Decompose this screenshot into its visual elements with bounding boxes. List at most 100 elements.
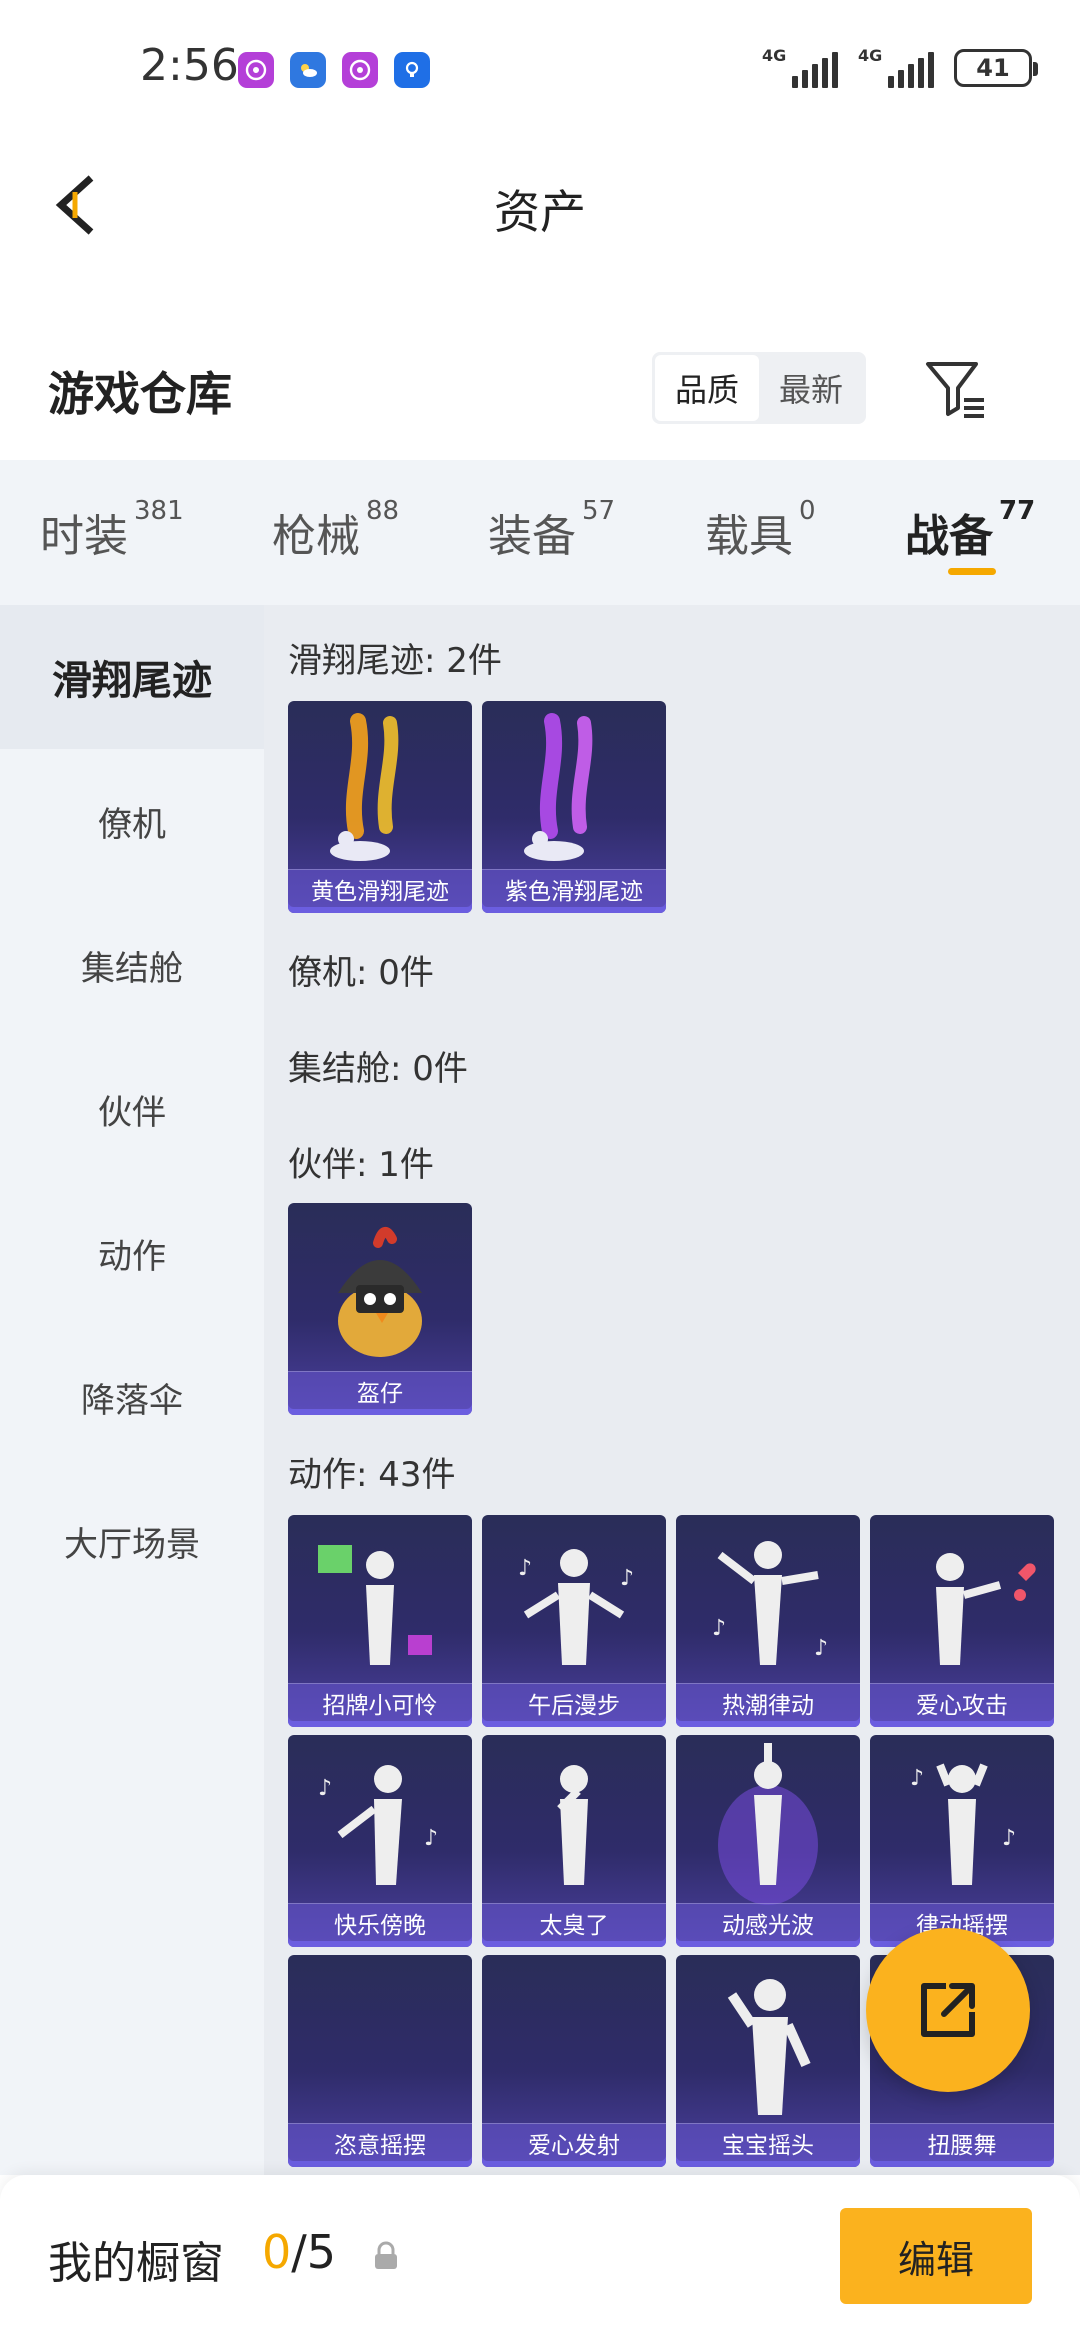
purple-app-icon [342, 52, 378, 88]
item-name: 爱心发射 [482, 2123, 666, 2161]
tab-label: 装备 [488, 511, 576, 562]
svg-text:♪: ♪ [518, 1556, 532, 1581]
item-card[interactable]: 紫色滑翔尾迹 [482, 701, 666, 913]
item-name: 宝宝摇头 [676, 2123, 860, 2161]
lock-icon [375, 2241, 397, 2269]
filter-icon [926, 362, 984, 418]
item-name: 紫色滑翔尾迹 [482, 869, 666, 907]
emote-figure-image: ♪♪ [910, 1763, 1016, 1885]
section-title-glide: 滑翔尾迹: 2件 [288, 641, 502, 681]
item-card[interactable]: ♪ ♪ 律动摇摆 [870, 1735, 1054, 1947]
tab-label: 枪械 [272, 511, 360, 562]
item-card[interactable]: ♪ ♪ 热潮律动 [676, 1515, 860, 1727]
section-title-emote: 动作: 43件 [288, 1455, 456, 1495]
share-button[interactable] [866, 1928, 1030, 2092]
svg-text:♪: ♪ [910, 1766, 924, 1791]
sort-option-quality[interactable]: 品质 [655, 355, 759, 421]
showcase-count-total: /5 [291, 2225, 337, 2279]
bulb-icon [394, 52, 430, 88]
system-icons: 4G 4G 41 [762, 48, 1038, 88]
item-name: 热潮律动 [676, 1683, 860, 1721]
partner-grid: 盔仔 [288, 1203, 1078, 1415]
sidebar-item-wingman[interactable]: 僚机 [0, 749, 264, 893]
tab-weapons[interactable]: 枪械 88 [272, 496, 399, 564]
sidebar-item-parachute[interactable]: 降落伞 [0, 1325, 264, 1469]
svg-text:♪: ♪ [1002, 1826, 1016, 1851]
item-card[interactable]: 恣意摇摆 [288, 1955, 472, 2167]
item-card[interactable]: 盔仔 [288, 1203, 472, 1415]
svg-text:♪: ♪ [424, 1826, 438, 1851]
item-card[interactable]: 爱心攻击 [870, 1515, 1054, 1727]
sidebar-item-glide-trail[interactable]: 滑翔尾迹 [0, 605, 264, 749]
item-card[interactable]: 动感光波 [676, 1735, 860, 1947]
battery-level: 41 [976, 54, 1010, 82]
showcase-count-current: 0 [262, 2225, 292, 2279]
item-card[interactable]: 宝宝摇头 [676, 1955, 860, 2167]
tab-battle-gear[interactable]: 战备 77 [905, 496, 1035, 564]
tab-label: 时装 [40, 511, 128, 562]
active-tab-indicator [948, 568, 996, 575]
item-card[interactable]: ♪ ♪ 快乐傍晚 [288, 1735, 472, 1947]
filter-button[interactable] [922, 356, 988, 422]
status-time: 2:56 [140, 40, 239, 91]
svg-text:♪: ♪ [814, 1636, 828, 1661]
tab-count: 77 [999, 496, 1036, 526]
svg-text:♪: ♪ [318, 1776, 332, 1801]
emote-figure-image [936, 1553, 1036, 1665]
showcase-count: 0/5 [262, 2225, 336, 2279]
item-name: 太臭了 [482, 1903, 666, 1941]
tab-count: 381 [134, 496, 184, 526]
signal-icon: 4G [762, 48, 838, 88]
item-card[interactable]: 招牌小可怜 [288, 1515, 472, 1727]
sidebar-item-partner[interactable]: 伙伴 [0, 1037, 264, 1181]
tab-label: 战备 [905, 511, 993, 562]
item-name: 恣意摇摆 [288, 2123, 472, 2161]
tab-equipment[interactable]: 装备 57 [488, 496, 615, 564]
section-title-wingman: 僚机: 0件 [288, 953, 434, 993]
emote-figure-image [318, 1545, 432, 1665]
item-name: 午后漫步 [482, 1683, 666, 1721]
weather-icon [290, 52, 326, 88]
notification-icons [238, 52, 430, 88]
purple-app-icon [238, 52, 274, 88]
item-name: 盔仔 [288, 1371, 472, 1409]
tab-fashion[interactable]: 时装 381 [40, 496, 184, 564]
item-card[interactable]: 黄色滑翔尾迹 [288, 701, 472, 913]
warehouse-header: 游戏仓库 品质 最新 [0, 340, 1080, 460]
tab-label: 载具 [705, 511, 793, 562]
emote-figure-image [727, 1979, 811, 2115]
tab-count: 88 [366, 496, 400, 526]
item-name: 快乐傍晚 [288, 1903, 472, 1941]
purple-trail-image [524, 713, 593, 861]
top-nav: 资产 [0, 140, 1080, 270]
tab-vehicles[interactable]: 载具 0 [705, 496, 816, 564]
sort-toggle: 品质 最新 [652, 352, 866, 424]
showcase-label: 我的橱窗 [48, 2238, 224, 2289]
glide-grid: 黄色滑翔尾迹 紫色滑翔尾迹 [288, 701, 1078, 913]
item-name: 黄色滑翔尾迹 [288, 869, 472, 907]
sidebar-item-lobby-scene[interactable]: 大厅场景 [0, 1469, 264, 1613]
item-card[interactable]: 太臭了 [482, 1735, 666, 1947]
sort-option-newest[interactable]: 最新 [759, 355, 863, 421]
sidebar-item-capsule[interactable]: 集结舱 [0, 893, 264, 1037]
item-name: 动感光波 [676, 1903, 860, 1941]
tab-count: 57 [582, 496, 616, 526]
item-name: 爱心攻击 [870, 1683, 1054, 1721]
yellow-trail-image [330, 713, 399, 861]
item-name: 扭腰舞 [870, 2123, 1054, 2161]
showcase-bar: 我的橱窗 0/5 编辑 [0, 2175, 1080, 2340]
emote-figure-image [718, 1743, 818, 1905]
edit-button[interactable]: 编辑 [840, 2208, 1032, 2304]
item-card[interactable]: ♪ ♪ 午后漫步 [482, 1515, 666, 1727]
helmet-chick-image [338, 1227, 422, 1357]
warehouse-title: 游戏仓库 [48, 367, 232, 421]
item-name: 招牌小可怜 [288, 1683, 472, 1721]
share-icon [921, 1983, 975, 2037]
sidebar-item-emote[interactable]: 动作 [0, 1181, 264, 1325]
item-card[interactable]: 爱心发射 [482, 1955, 666, 2167]
emote-figure-image: ♪♪ [518, 1549, 634, 1665]
svg-text:♪: ♪ [712, 1616, 726, 1641]
status-bar: 2:56 4G 4G 41 [0, 0, 1080, 140]
page-title: 资产 [494, 185, 586, 239]
battery-icon: 41 [954, 49, 1038, 87]
